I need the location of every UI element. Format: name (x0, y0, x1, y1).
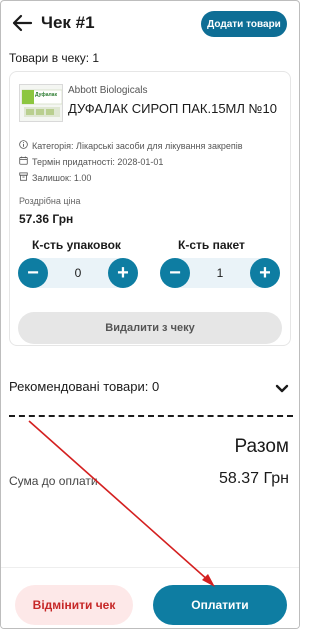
product-thumbnail: Дуфалак (19, 84, 63, 122)
packs-quantity-stepper: − 0 + (18, 258, 138, 288)
sum-label: Сума до оплати (9, 474, 98, 488)
stock-row: Залишок: 1.00 (19, 172, 91, 183)
retail-price: 57.36 Грн (19, 212, 74, 226)
thumbnail-text: Дуфалак (35, 92, 57, 98)
bottom-action-bar: Відмінити чек Оплатити (1, 567, 299, 628)
units-quantity-stepper: − 1 + (160, 258, 280, 288)
packs-qty-label: К-сть упаковок (32, 238, 121, 252)
box-icon (19, 172, 28, 183)
pay-button[interactable]: Оплатити (153, 585, 287, 625)
recommended-products-toggle[interactable]: Рекомендовані товари: 0 (9, 379, 159, 394)
stock-text: Залишок: 1.00 (32, 172, 92, 183)
packs-decrement-button[interactable]: − (18, 258, 48, 288)
app-screen: Чек #1 Додати товари Товари в чеку: 1 Ду… (0, 0, 300, 629)
divider (9, 415, 293, 417)
expiry-row: Термін придатності: 2028-01-01 (19, 156, 163, 167)
calendar-icon (19, 156, 28, 167)
packs-quantity-value[interactable]: 0 (48, 266, 108, 280)
product-name: ДУФАЛАК СИРОП ПАК.15МЛ №10 (68, 101, 277, 116)
units-increment-button[interactable]: + (250, 258, 280, 288)
remove-from-receipt-button[interactable]: Видалити з чеку (18, 312, 282, 344)
header: Чек #1 Додати товари (1, 1, 299, 45)
info-icon (19, 140, 28, 151)
total-title: Разом (234, 436, 289, 457)
items-count-label: Товари в чеку: 1 (9, 51, 100, 65)
back-arrow-icon[interactable] (11, 13, 33, 33)
page-title: Чек #1 (41, 13, 95, 32)
units-qty-label: К-сть пакет (178, 238, 245, 252)
units-quantity-value[interactable]: 1 (190, 266, 250, 280)
retail-price-label: Роздрібна ціна (19, 196, 81, 206)
units-decrement-button[interactable]: − (160, 258, 190, 288)
packs-increment-button[interactable]: + (108, 258, 138, 288)
category-text: Категорія: Лікарські засоби для лікуванн… (32, 140, 243, 151)
manufacturer: Abbott Biologicals (68, 85, 148, 96)
sum-value: 58.37 Грн (219, 470, 289, 487)
chevron-down-icon[interactable] (275, 381, 289, 393)
expiry-text: Термін придатності: 2028-01-01 (32, 156, 164, 167)
product-card: Дуфалак Abbott Biologicals ДУФАЛАК СИРОП… (9, 71, 291, 346)
category-row: Категорія: Лікарські засоби для лікуванн… (19, 140, 243, 151)
add-products-button[interactable]: Додати товари (201, 11, 287, 37)
cancel-receipt-button[interactable]: Відмінити чек (15, 585, 133, 625)
